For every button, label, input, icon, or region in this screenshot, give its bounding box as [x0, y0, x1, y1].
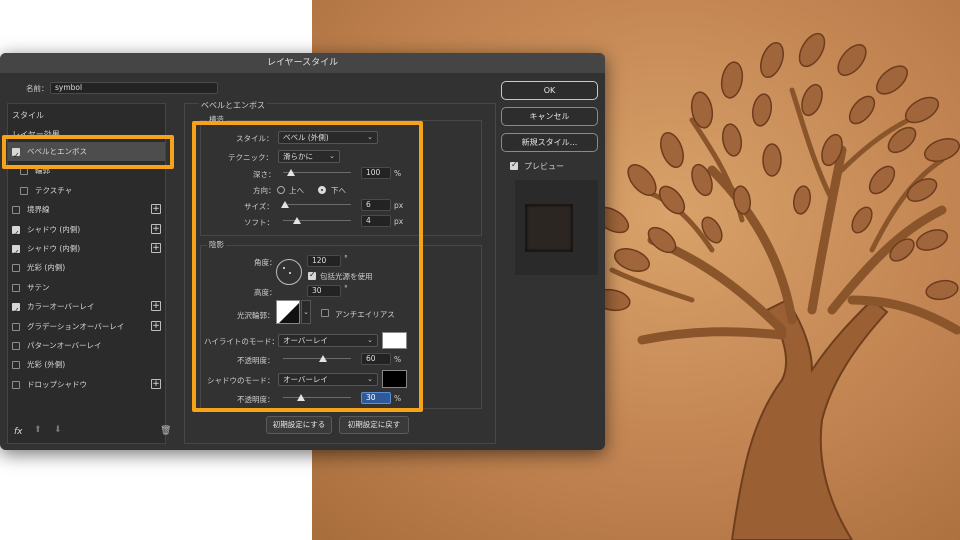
effect-checkbox[interactable]	[12, 301, 20, 320]
effect-label: テクスチャ	[35, 185, 73, 195]
effect-label: サテン	[27, 282, 50, 292]
effect-checkbox[interactable]	[12, 283, 20, 292]
effect-label: シャドウ (内側)	[27, 224, 81, 234]
effect-checkbox[interactable]	[12, 206, 20, 215]
move-up-icon[interactable]: ⬆	[34, 425, 42, 435]
effect-checkbox[interactable]	[12, 342, 20, 350]
add-effect-icon[interactable]: +	[151, 378, 161, 389]
effect-label: パターンオーバーレイ	[27, 341, 102, 350]
preview-area	[515, 180, 598, 275]
add-effect-icon[interactable]: +	[151, 223, 161, 234]
highlight-box-settings	[192, 121, 423, 412]
effect-checkbox[interactable]	[12, 361, 20, 370]
style-list-item[interactable]: 境界線 +	[8, 200, 165, 219]
effect-label: カラーオーバーレイ	[27, 302, 95, 312]
screen: レイヤースタイル 名前： symbol スタイル レイヤー効果 fx ⬆ ⬇ 🗑…	[0, 0, 960, 540]
name-input[interactable]: symbol	[50, 82, 218, 94]
effect-checkbox[interactable]	[12, 264, 20, 273]
add-effect-icon[interactable]: +	[151, 301, 161, 312]
add-effect-icon[interactable]: +	[151, 204, 161, 215]
effect-checkbox[interactable]	[12, 243, 20, 262]
style-list-item[interactable]: 光彩 (外側)	[8, 355, 165, 374]
effect-checkbox[interactable]	[20, 186, 28, 195]
trash-icon[interactable]: 🗑	[160, 426, 171, 436]
add-effect-icon[interactable]: +	[151, 320, 161, 331]
style-list-item[interactable]: テクスチャ	[8, 181, 165, 200]
preview-label: プレビュー	[524, 162, 564, 171]
styles-header[interactable]: スタイル	[12, 110, 44, 121]
style-list-item[interactable]: 光彩 (内側)	[8, 258, 165, 277]
effect-checkbox[interactable]	[12, 380, 20, 389]
fx-icon[interactable]: fx	[14, 427, 23, 437]
style-list-item[interactable]: カラーオーバーレイ +	[8, 297, 165, 320]
ok-button[interactable]: OK	[501, 81, 598, 100]
move-down-icon[interactable]: ⬇	[54, 425, 62, 435]
effect-label: 光彩 (外側)	[27, 360, 66, 370]
new-style-button[interactable]: 新規スタイル...	[501, 133, 598, 152]
add-effect-icon[interactable]: +	[151, 243, 161, 253]
preview-checkbox[interactable]	[510, 160, 518, 170]
effect-label: ドロップシャドウ	[27, 379, 87, 389]
effect-label: シャドウ (内側)	[27, 244, 81, 253]
dialog-title: レイヤースタイル	[0, 53, 605, 73]
effect-label: 光彩 (内側)	[27, 263, 66, 273]
bevel-section-title: ベベルとエンボス	[199, 100, 267, 111]
name-label: 名前：	[26, 84, 49, 93]
cancel-button[interactable]: キャンセル	[501, 107, 598, 126]
effect-checkbox[interactable]	[12, 224, 20, 243]
highlight-box-bevel-item	[2, 135, 174, 169]
style-list-item[interactable]: シャドウ (内側) +	[8, 239, 165, 262]
effect-label: グラデーションオーバーレイ	[27, 321, 125, 331]
preview-swatch	[525, 204, 573, 252]
make-default-button[interactable]: 初期設定にする	[266, 416, 332, 434]
effect-label: 境界線	[27, 205, 50, 215]
style-list-item[interactable]: パターンオーバーレイ	[8, 336, 165, 355]
style-list-item[interactable]: シャドウ (内側) +	[8, 220, 165, 243]
style-list-item[interactable]: ドロップシャドウ +	[8, 375, 165, 394]
effect-checkbox[interactable]	[12, 322, 20, 331]
style-list-item[interactable]: サテン	[8, 278, 165, 297]
reset-default-button[interactable]: 初期設定に戻す	[339, 416, 409, 434]
style-list-item[interactable]: グラデーションオーバーレイ +	[8, 317, 165, 336]
